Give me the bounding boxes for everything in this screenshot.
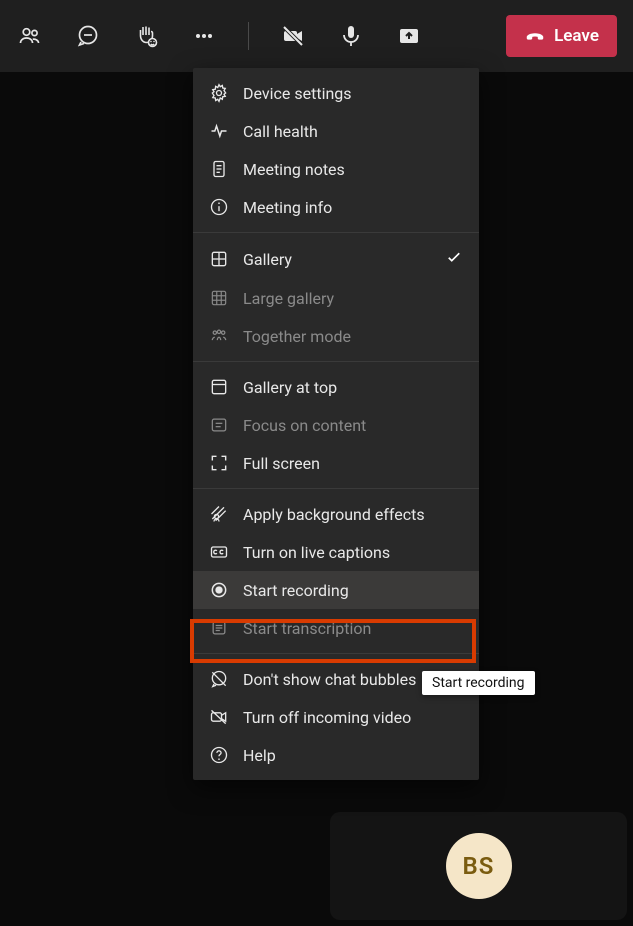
menu-start-recording[interactable]: Start recording xyxy=(193,571,479,609)
menu-item-label: Together mode xyxy=(243,327,351,346)
menu-start-transcription: Start transcription xyxy=(193,609,479,647)
grid-2x2-icon xyxy=(209,249,229,269)
help-icon xyxy=(209,745,229,765)
gallery-top-icon xyxy=(209,377,229,397)
record-icon xyxy=(209,580,229,600)
leave-label: Leave xyxy=(554,26,599,46)
menu-live-captions[interactable]: Turn on live captions xyxy=(193,533,479,571)
chat-off-icon xyxy=(209,669,229,689)
more-actions-button[interactable] xyxy=(190,22,218,50)
background-effects-icon xyxy=(209,504,229,524)
transcription-icon xyxy=(209,618,229,638)
fullscreen-icon xyxy=(209,453,229,473)
menu-item-label: Large gallery xyxy=(243,289,334,308)
hangup-icon xyxy=(524,25,546,47)
menu-item-label: Turn off incoming video xyxy=(243,708,411,727)
menu-item-label: Don't show chat bubbles xyxy=(243,670,416,689)
menu-item-label: Apply background effects xyxy=(243,505,425,524)
menu-full-screen[interactable]: Full screen xyxy=(193,444,479,482)
chat-button[interactable] xyxy=(74,22,102,50)
participant-tile: BS xyxy=(330,812,627,920)
menu-focus-on-content: Focus on content xyxy=(193,406,479,444)
microphone-button[interactable] xyxy=(337,22,365,50)
menu-gallery[interactable]: Gallery xyxy=(193,239,479,279)
menu-meeting-info[interactable]: Meeting info xyxy=(193,188,479,226)
menu-item-label: Focus on content xyxy=(243,416,366,435)
people-button[interactable] xyxy=(16,22,44,50)
reactions-button[interactable] xyxy=(132,22,160,50)
notes-icon xyxy=(209,159,229,179)
share-screen-button[interactable] xyxy=(395,22,423,50)
menu-meeting-notes[interactable]: Meeting notes xyxy=(193,150,479,188)
toolbar-divider xyxy=(248,22,249,50)
menu-item-label: Meeting notes xyxy=(243,160,345,179)
pulse-icon xyxy=(209,121,229,141)
menu-help[interactable]: Help xyxy=(193,736,479,774)
menu-item-label: Meeting info xyxy=(243,198,332,217)
menu-separator xyxy=(193,488,479,489)
menu-together-mode: Together mode xyxy=(193,317,479,355)
menu-large-gallery: Large gallery xyxy=(193,279,479,317)
menu-separator xyxy=(193,232,479,233)
together-icon xyxy=(209,326,229,346)
avatar: BS xyxy=(446,833,512,899)
info-icon xyxy=(209,197,229,217)
camera-off-button[interactable] xyxy=(279,22,307,50)
menu-device-settings[interactable]: Device settings xyxy=(193,74,479,112)
menu-separator xyxy=(193,653,479,654)
check-icon xyxy=(445,248,463,270)
menu-item-label: Gallery at top xyxy=(243,378,337,397)
menu-separator xyxy=(193,361,479,362)
menu-apply-background-effects[interactable]: Apply background effects xyxy=(193,495,479,533)
gear-icon xyxy=(209,83,229,103)
focus-content-icon xyxy=(209,415,229,435)
menu-incoming-video[interactable]: Turn off incoming video xyxy=(193,698,479,736)
menu-item-label: Start recording xyxy=(243,581,349,600)
menu-item-label: Gallery xyxy=(243,250,292,269)
leave-button[interactable]: Leave xyxy=(506,15,617,57)
menu-call-health[interactable]: Call health xyxy=(193,112,479,150)
tooltip: Start recording xyxy=(422,671,535,695)
menu-item-label: Call health xyxy=(243,122,318,141)
menu-item-label: Start transcription xyxy=(243,619,371,638)
menu-item-label: Help xyxy=(243,746,276,765)
menu-item-label: Full screen xyxy=(243,454,320,473)
cc-icon xyxy=(209,542,229,562)
grid-3x3-icon xyxy=(209,288,229,308)
meeting-toolbar: Leave xyxy=(0,0,633,72)
video-off-icon xyxy=(209,707,229,727)
menu-gallery-at-top[interactable]: Gallery at top xyxy=(193,368,479,406)
menu-item-label: Device settings xyxy=(243,84,352,103)
menu-item-label: Turn on live captions xyxy=(243,543,390,562)
